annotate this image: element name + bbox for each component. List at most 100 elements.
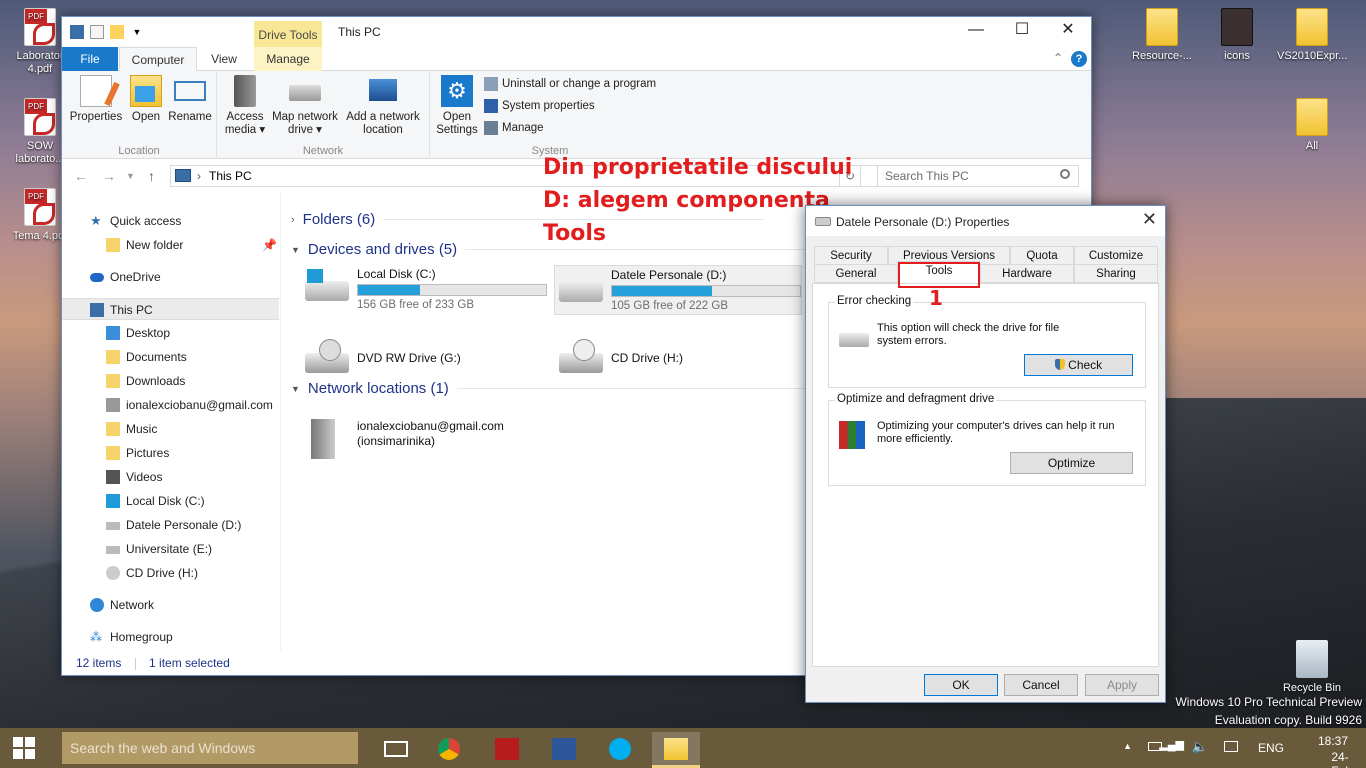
clock-time[interactable]: 18:37	[1318, 734, 1348, 748]
desktop-icon-icons[interactable]: icons	[1202, 8, 1272, 63]
volume-icon[interactable]: 🔈	[1192, 739, 1208, 755]
help-icon[interactable]: ?	[1071, 51, 1087, 67]
rename-label: Rename	[168, 111, 212, 123]
nav-cd-drive[interactable]: CD Drive (H:)	[62, 562, 279, 584]
language-indicator[interactable]: ENG	[1258, 741, 1284, 755]
word-icon	[552, 738, 576, 760]
pc-icon	[70, 25, 84, 39]
desktop-icon-vs2010[interactable]: VS2010Expr...	[1277, 8, 1347, 63]
drive-name: Datele Personale (D:)	[611, 268, 727, 282]
acrobat-taskbar-button[interactable]	[483, 732, 531, 768]
chevron-down-icon[interactable]: ▼	[130, 25, 144, 39]
nav-network[interactable]: Network	[62, 594, 279, 616]
cancel-button[interactable]: Cancel	[1004, 674, 1078, 696]
taskbar-search-input[interactable]: Search the web and Windows	[62, 732, 358, 764]
tab-view[interactable]: View	[200, 47, 248, 71]
breadcrumb-this-pc[interactable]: This PC	[209, 169, 252, 183]
chevron-down-icon: ▼	[291, 383, 300, 394]
uninstall-label: Uninstall or change a program	[502, 78, 657, 90]
add-network-location-button[interactable]: Add a network location	[341, 75, 425, 137]
nav-documents[interactable]: Documents	[62, 346, 279, 368]
collapse-ribbon-icon[interactable]: ⌃	[1053, 51, 1063, 65]
pin-icon[interactable]: 📌	[262, 234, 277, 256]
file-explorer-taskbar-button[interactable]	[652, 732, 700, 768]
tab-computer[interactable]: Computer	[119, 47, 197, 72]
nav-desktop[interactable]: Desktop	[62, 322, 279, 344]
drive-name: DVD RW Drive (G:)	[357, 351, 461, 365]
section-network-locations[interactable]: ▼ Network locations (1)	[291, 380, 807, 397]
task-view-button[interactable]	[372, 732, 420, 768]
map-network-drive-button[interactable]: Map network drive ▾	[269, 75, 341, 137]
breadcrumb-chevron-icon[interactable]: ›	[197, 166, 201, 186]
open-settings-button[interactable]: ⚙ Open Settings	[434, 75, 480, 137]
show-hidden-icons-icon[interactable]: ▲	[1123, 741, 1132, 751]
windows-logo-tile	[13, 737, 23, 747]
signal-icon[interactable]: ▂▄▆	[1159, 738, 1184, 751]
dvd-drive-icon	[305, 339, 349, 373]
drive-local-disk-c[interactable]: Local Disk (C:) 156 GB free of 233 GB	[301, 265, 549, 315]
notifications-icon[interactable]	[1224, 741, 1238, 752]
tab-manage[interactable]: Manage	[254, 47, 322, 71]
nav-quick-access[interactable]: ★ Quick access	[62, 210, 279, 232]
nav-local-disk[interactable]: Local Disk (C:)	[62, 490, 279, 512]
search-input[interactable]: Search This PC	[877, 165, 1079, 187]
tab-file[interactable]: File	[62, 47, 118, 71]
network-location-item[interactable]: ionalexciobanu@gmail.com (ionsimarinika)	[301, 415, 549, 471]
optimize-button[interactable]: Optimize	[1010, 452, 1133, 474]
access-media-button[interactable]: Access media ▾	[221, 75, 269, 137]
desktop-icon-all[interactable]: All	[1277, 98, 1347, 153]
ok-button[interactable]: OK	[924, 674, 998, 696]
nav-downloads[interactable]: Downloads	[62, 370, 279, 392]
tab-general[interactable]: General	[814, 264, 898, 283]
nav-universitate[interactable]: Universitate (E:)	[62, 538, 279, 560]
new-folder-qat-icon[interactable]	[110, 25, 124, 39]
minimize-button[interactable]: —	[953, 17, 999, 45]
desktop-icon-resource[interactable]: Resource-...	[1127, 8, 1197, 63]
drive-datele-personale-d[interactable]: Datele Personale (D:) 105 GB free of 222…	[554, 265, 802, 315]
app-icon	[1221, 8, 1253, 46]
tab-hardware[interactable]: Hardware	[980, 264, 1074, 283]
manage-button[interactable]: Manage	[484, 121, 544, 135]
properties-qat-icon[interactable]	[90, 25, 104, 39]
dialog-title-bar: Datele Personale (D:) Properties ✕	[806, 206, 1165, 236]
word-taskbar-button[interactable]	[540, 732, 588, 768]
apply-button[interactable]: Apply	[1085, 674, 1159, 696]
close-button[interactable]: ✕	[1045, 17, 1091, 45]
nav-homegroup[interactable]: ⁂ Homegroup	[62, 626, 279, 648]
up-arrow-icon[interactable]: ↑	[148, 168, 155, 184]
tab-security[interactable]: Security	[814, 246, 888, 265]
check-button-label: Check	[1068, 358, 1103, 372]
tab-sharing[interactable]: Sharing	[1074, 264, 1158, 283]
nav-music[interactable]: Music	[62, 418, 279, 440]
tab-customize[interactable]: Customize	[1074, 246, 1158, 265]
clock-date[interactable]: 24-Feb-15	[1331, 750, 1356, 768]
open-button[interactable]: Open	[126, 75, 166, 124]
nav-label: Network	[110, 598, 155, 612]
uninstall-program-button[interactable]: Uninstall or change a program	[484, 77, 656, 91]
nav-videos[interactable]: Videos	[62, 466, 279, 488]
desktop-icon-recycle-bin[interactable]: Recycle Bin	[1277, 640, 1347, 695]
close-icon[interactable]: ✕	[1142, 209, 1157, 230]
back-arrow-icon[interactable]: ←	[74, 168, 88, 184]
system-properties-button[interactable]: System properties	[484, 99, 595, 113]
chrome-taskbar-button[interactable]	[426, 732, 474, 768]
nav-label: New folder	[126, 238, 184, 252]
gear-icon: ⚙	[441, 75, 473, 107]
skype-taskbar-button[interactable]	[597, 732, 645, 768]
recent-locations-chevron-icon[interactable]: ▼	[126, 171, 135, 181]
properties-button[interactable]: Properties	[68, 75, 124, 124]
nav-gmail[interactable]: ionalexciobanu@gmail.com	[62, 394, 279, 416]
start-button[interactable]	[0, 728, 50, 768]
nav-onedrive[interactable]: OneDrive	[62, 266, 279, 288]
maximize-button[interactable]: ☐	[999, 17, 1045, 45]
tab-quota[interactable]: Quota	[1010, 246, 1074, 265]
nav-pictures[interactable]: Pictures	[62, 442, 279, 464]
window-title: This PC	[338, 25, 381, 39]
check-button[interactable]: Check	[1024, 354, 1133, 376]
group-title: Error checking	[835, 295, 914, 307]
nav-new-folder[interactable]: New folder 📌	[62, 234, 279, 256]
nav-datele-personale[interactable]: Datele Personale (D:)	[62, 514, 279, 536]
forward-arrow-icon[interactable]: →	[102, 168, 116, 184]
rename-button[interactable]: Rename	[166, 75, 214, 124]
nav-this-pc[interactable]: This PC	[62, 298, 279, 320]
